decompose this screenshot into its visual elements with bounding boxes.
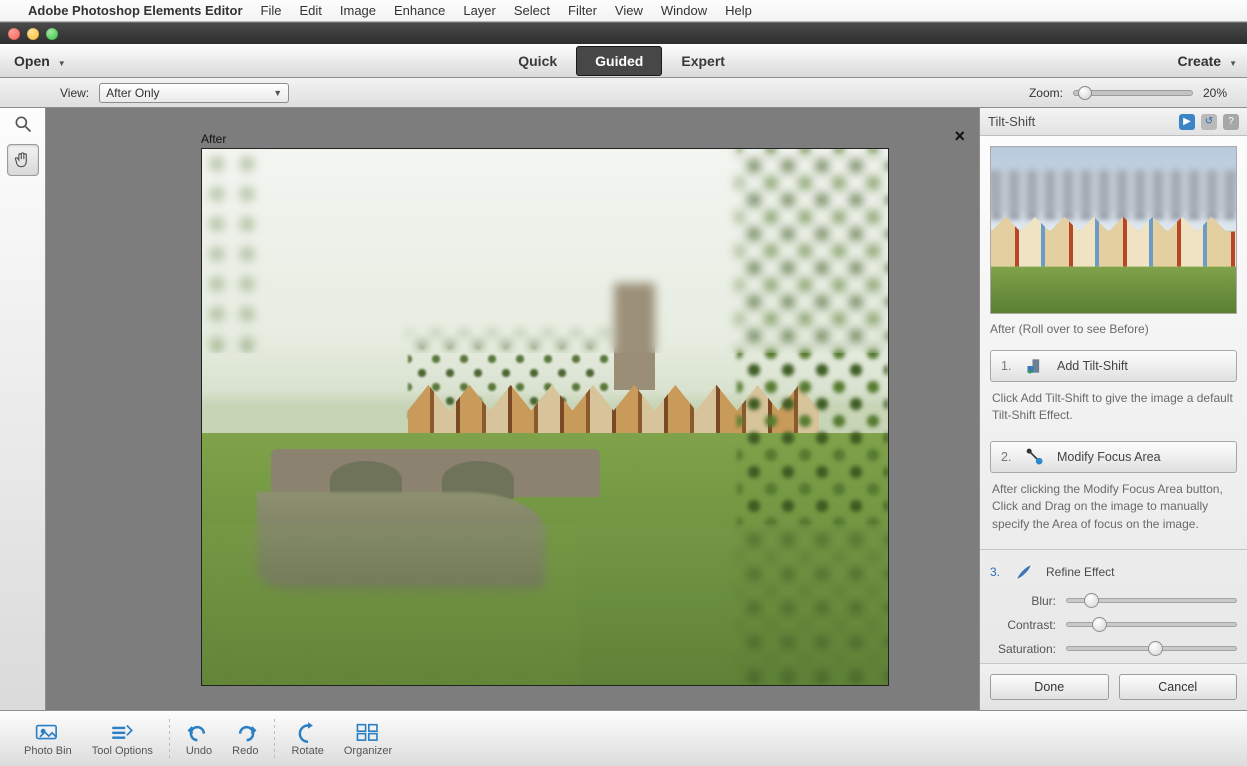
- saturation-slider-row: Saturation:: [990, 642, 1237, 656]
- blur-slider-thumb[interactable]: [1084, 593, 1099, 608]
- preview-caption: After (Roll over to see Before): [990, 322, 1237, 336]
- chevron-down-icon: ▼: [273, 88, 282, 98]
- contrast-slider-thumb[interactable]: [1092, 617, 1107, 632]
- panel-preview-image[interactable]: [990, 146, 1237, 314]
- toolbar-divider: [169, 719, 170, 759]
- undo-icon: [186, 721, 212, 743]
- create-menu-button[interactable]: Create: [1177, 53, 1237, 69]
- organizer-icon: [355, 721, 381, 743]
- panel-reset-icon[interactable]: ↺: [1201, 114, 1217, 130]
- organizer-button[interactable]: Organizer: [334, 717, 402, 761]
- cancel-button[interactable]: Cancel: [1119, 674, 1238, 700]
- menu-select[interactable]: Select: [514, 3, 550, 18]
- step2-help: After clicking the Modify Focus Area but…: [990, 481, 1237, 533]
- menu-view[interactable]: View: [615, 3, 643, 18]
- brush-icon: [1014, 562, 1034, 582]
- step3-label: Refine Effect: [1046, 565, 1114, 579]
- panel-play-icon[interactable]: ▶: [1179, 114, 1195, 130]
- close-document-button[interactable]: ×: [954, 126, 965, 147]
- menu-layer[interactable]: Layer: [463, 3, 496, 18]
- window-minimize-button[interactable]: [27, 28, 39, 40]
- saturation-label: Saturation:: [990, 642, 1056, 656]
- step3-number: 3.: [990, 565, 1002, 579]
- redo-label: Redo: [232, 745, 258, 757]
- menu-filter[interactable]: Filter: [568, 3, 597, 18]
- modify-focus-area-button[interactable]: 2. Modify Focus Area: [990, 441, 1237, 473]
- blur-slider-row: Blur:: [990, 594, 1237, 608]
- rotate-button[interactable]: Rotate: [281, 717, 333, 761]
- window-titlebar: [0, 22, 1247, 44]
- menu-image[interactable]: Image: [340, 3, 376, 18]
- redo-icon: [232, 721, 258, 743]
- mode-tabs: Quick Guided Expert: [499, 46, 744, 76]
- panel-header: Tilt-Shift ▶ ↺ ?: [980, 108, 1247, 136]
- menu-edit[interactable]: Edit: [299, 3, 321, 18]
- step1-number: 1.: [1001, 359, 1013, 373]
- canvas-zone: After ×: [46, 108, 979, 710]
- contrast-label: Contrast:: [990, 618, 1056, 632]
- step1-help: Click Add Tilt-Shift to give the image a…: [990, 390, 1237, 425]
- document-canvas[interactable]: [201, 148, 889, 686]
- contrast-slider[interactable]: [1066, 622, 1237, 627]
- zoom-slider[interactable]: [1073, 90, 1193, 96]
- saturation-slider-thumb[interactable]: [1148, 641, 1163, 656]
- photo-bin-icon: [35, 721, 61, 743]
- tool-options-button[interactable]: Tool Options: [82, 717, 163, 761]
- contrast-slider-row: Contrast:: [990, 618, 1237, 632]
- menu-window[interactable]: Window: [661, 3, 707, 18]
- blur-slider[interactable]: [1066, 598, 1237, 603]
- panel-divider: [980, 549, 1247, 550]
- bottom-toolbar: Photo Bin Tool Options Undo Redo Rotate …: [0, 710, 1247, 766]
- undo-button[interactable]: Undo: [176, 717, 222, 761]
- photo-bin-label: Photo Bin: [24, 745, 72, 757]
- canvas-label: After: [201, 132, 226, 146]
- menu-enhance[interactable]: Enhance: [394, 3, 445, 18]
- panel-title: Tilt-Shift: [988, 114, 1035, 129]
- menu-help[interactable]: Help: [725, 3, 752, 18]
- main-area: After × Tilt-Shift ▶ ↺ ?: [0, 108, 1247, 710]
- redo-button[interactable]: Redo: [222, 717, 268, 761]
- right-panel: Tilt-Shift ▶ ↺ ? After (Roll over to see…: [979, 108, 1247, 710]
- zoom-label: Zoom:: [1029, 86, 1063, 100]
- zoom-value: 20%: [1203, 86, 1227, 100]
- step2-number: 2.: [1001, 450, 1013, 464]
- tool-options-label: Tool Options: [92, 745, 153, 757]
- tab-quick[interactable]: Quick: [499, 46, 576, 76]
- panel-footer: Done Cancel: [980, 663, 1247, 710]
- refine-effect-header: 3. Refine Effect: [990, 562, 1237, 582]
- rotate-label: Rotate: [291, 745, 323, 757]
- view-label: View:: [60, 86, 89, 100]
- app-name[interactable]: Adobe Photoshop Elements Editor: [28, 3, 243, 18]
- rotate-icon: [295, 721, 321, 743]
- zoom-slider-thumb[interactable]: [1078, 86, 1092, 100]
- buildings-icon: [1025, 356, 1045, 376]
- undo-label: Undo: [186, 745, 212, 757]
- top-toolbar: Open Quick Guided Expert Create: [0, 44, 1247, 78]
- add-tilt-shift-button[interactable]: 1. Add Tilt-Shift: [990, 350, 1237, 382]
- photo-bin-button[interactable]: Photo Bin: [14, 717, 82, 761]
- blur-label: Blur:: [990, 594, 1056, 608]
- menu-file[interactable]: File: [261, 3, 282, 18]
- panel-help-icon[interactable]: ?: [1223, 114, 1239, 130]
- open-menu-button[interactable]: Open: [14, 53, 66, 69]
- step1-label: Add Tilt-Shift: [1057, 359, 1128, 373]
- window-zoom-button[interactable]: [46, 28, 58, 40]
- view-dropdown-value: After Only: [106, 86, 159, 100]
- mac-menubar: Adobe Photoshop Elements Editor File Edi…: [0, 0, 1247, 22]
- window-close-button[interactable]: [8, 28, 20, 40]
- toolbar-divider: [274, 719, 275, 759]
- options-bar: View: After Only ▼ Zoom: 20%: [0, 78, 1247, 108]
- view-dropdown[interactable]: After Only ▼: [99, 83, 289, 103]
- tab-expert[interactable]: Expert: [662, 46, 744, 76]
- step2-label: Modify Focus Area: [1057, 450, 1161, 464]
- done-button[interactable]: Done: [990, 674, 1109, 700]
- tool-options-icon: [109, 721, 135, 743]
- focus-area-icon: [1025, 447, 1045, 467]
- tab-guided[interactable]: Guided: [576, 46, 662, 76]
- organizer-label: Organizer: [344, 745, 392, 757]
- saturation-slider[interactable]: [1066, 646, 1237, 651]
